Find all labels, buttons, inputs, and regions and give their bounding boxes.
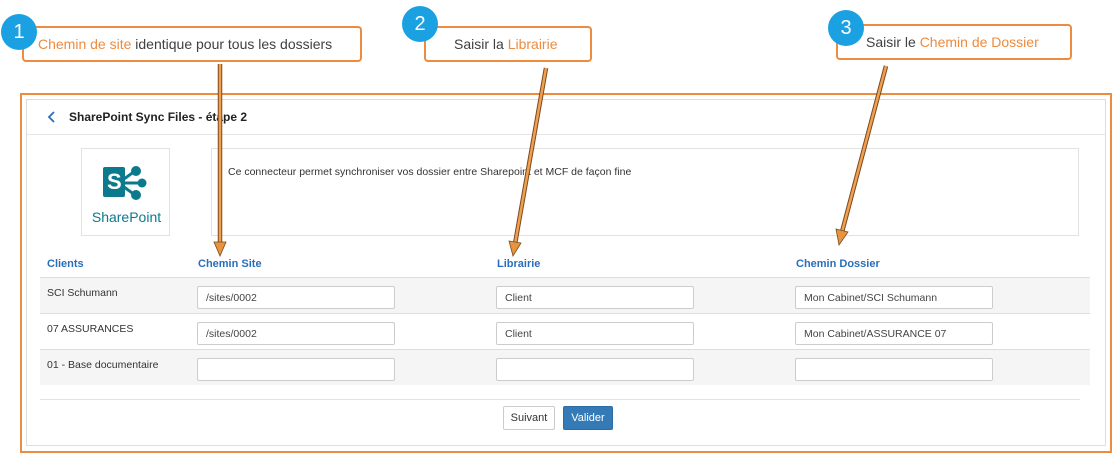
- connector-description: Ce connecteur permet synchroniser vos do…: [211, 148, 1079, 236]
- client-name: SCI Schumann: [47, 287, 118, 299]
- callout-chemin-dossier: Saisir le Chemin de Dossier: [836, 24, 1072, 60]
- client-name: 07 ASSURANCES: [47, 323, 134, 335]
- callout-3-highlight: Chemin de Dossier: [919, 34, 1039, 50]
- page-title: SharePoint Sync Files - étape 2: [69, 110, 248, 124]
- chevron-left-icon[interactable]: [45, 110, 59, 124]
- chemin-site-input[interactable]: [197, 286, 395, 309]
- sync-panel: SharePoint Sync Files - étape 2 S ShareP…: [26, 99, 1106, 446]
- suivant-button[interactable]: Suivant: [503, 406, 555, 430]
- step-2-badge: 2: [402, 6, 438, 42]
- column-header-chemin-dossier: Chemin Dossier: [796, 258, 880, 270]
- step-1-badge: 1: [1, 14, 37, 50]
- table-row: 07 ASSURANCES: [40, 313, 1090, 349]
- chemin-dossier-input[interactable]: [795, 322, 993, 345]
- valider-button[interactable]: Valider: [563, 406, 613, 430]
- table-row: SCI Schumann: [40, 277, 1090, 313]
- column-header-clients: Clients: [47, 258, 84, 270]
- callout-1-text: identique pour tous les dossiers: [131, 36, 333, 52]
- librairie-input[interactable]: [496, 322, 694, 345]
- callout-chemin-site: Chemin de site identique pour tous les d…: [22, 26, 362, 62]
- sharepoint-logo: S SharePoint: [81, 148, 170, 236]
- description-text: Ce connecteur permet synchroniser vos do…: [228, 166, 632, 178]
- column-header-librairie: Librairie: [497, 258, 541, 270]
- callout-3-prefix: Saisir le: [866, 34, 920, 50]
- panel-header: SharePoint Sync Files - étape 2: [27, 100, 1105, 135]
- column-header-chemin-site: Chemin Site: [198, 258, 262, 270]
- chemin-site-input[interactable]: [197, 358, 395, 381]
- footer-divider: [40, 399, 1080, 400]
- table-row: 01 - Base documentaire: [40, 349, 1090, 385]
- callout-2-highlight: Librairie: [507, 36, 558, 52]
- callout-1-highlight: Chemin de site: [38, 36, 132, 52]
- chemin-dossier-input[interactable]: [795, 358, 993, 381]
- chemin-site-input[interactable]: [197, 322, 395, 345]
- librairie-input[interactable]: [496, 286, 694, 309]
- chemin-dossier-input[interactable]: [795, 286, 993, 309]
- callout-librairie: Saisir la Librairie: [424, 26, 592, 62]
- callout-2-prefix: Saisir la: [454, 36, 508, 52]
- client-name: 01 - Base documentaire: [47, 359, 159, 371]
- sharepoint-logo-text: SharePoint: [91, 209, 162, 225]
- sharepoint-logo-letter: S: [107, 169, 122, 194]
- librairie-input[interactable]: [496, 358, 694, 381]
- step-3-badge: 3: [828, 10, 864, 46]
